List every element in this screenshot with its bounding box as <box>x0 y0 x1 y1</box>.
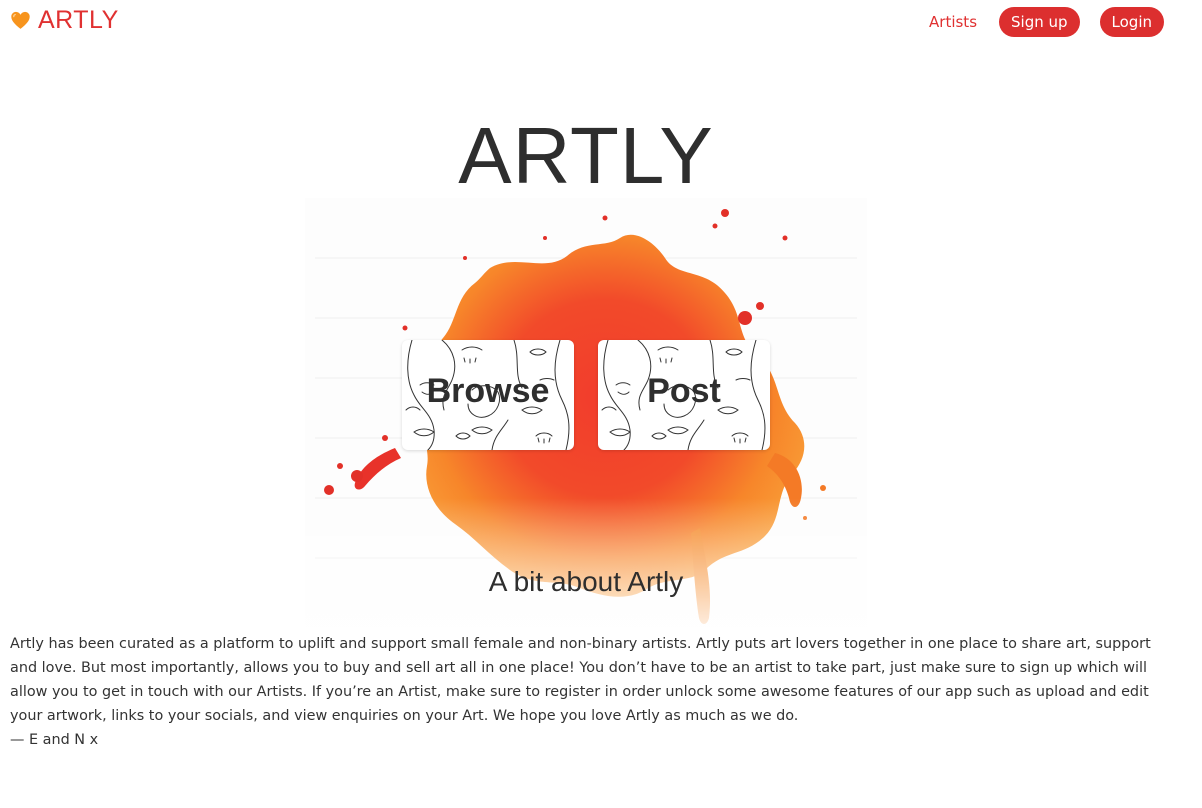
post-tile[interactable]: Post <box>598 340 770 450</box>
top-navbar: ARTLY Artists Sign up Login <box>0 0 1202 46</box>
signup-button[interactable]: Sign up <box>999 7 1080 37</box>
about-heading: A bit about Artly <box>488 566 684 597</box>
watercolor-splash-image <box>305 198 867 628</box>
about-paragraph: Artly has been curated as a platform to … <box>10 636 1151 724</box>
browse-tile[interactable]: Browse <box>402 340 574 450</box>
orange-heart-icon <box>10 10 31 31</box>
about-signature: — E and N x <box>10 732 99 748</box>
brand-name: ARTLY <box>38 6 119 34</box>
login-button[interactable]: Login <box>1099 7 1164 37</box>
hero-title: ARTLY <box>458 111 714 200</box>
artists-link[interactable]: Artists <box>929 13 977 31</box>
nav-links: Artists Sign up Login <box>929 7 1164 37</box>
brand-logo-link[interactable]: ARTLY <box>10 6 119 35</box>
post-label: Post <box>647 372 721 410</box>
browse-label: Browse <box>426 372 550 410</box>
